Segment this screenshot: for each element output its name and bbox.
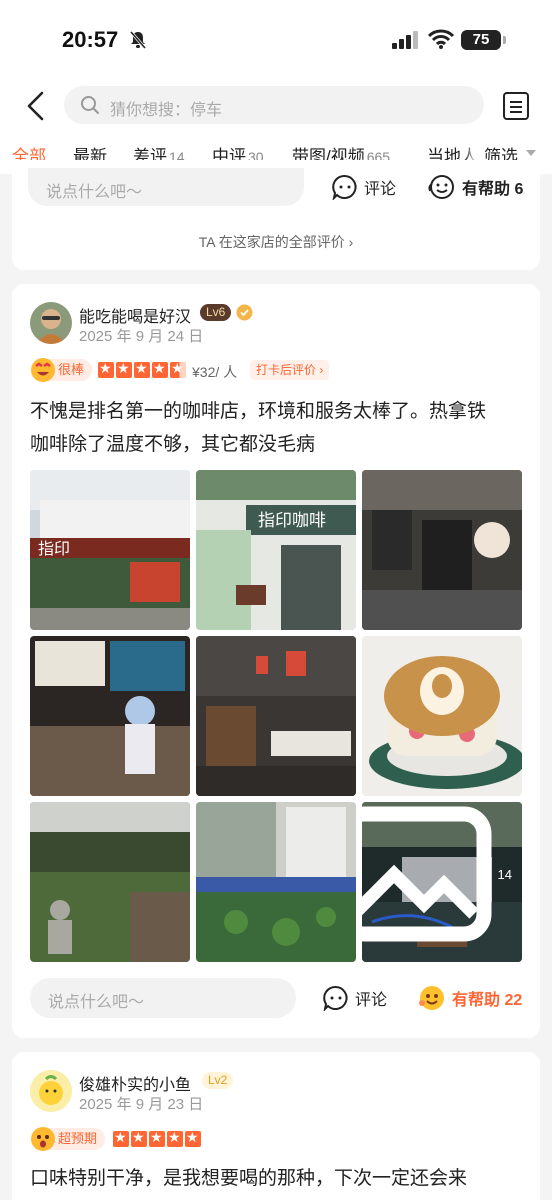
- review-text: 口味特别干净，是我想要喝的那种，下次一定还会来: [30, 1168, 468, 1189]
- review-card-previous: 说点什么吧～ 评论 有帮助 6 TA 在这家店的全部评价 ›: [12, 160, 540, 270]
- level-badge: Lv6: [200, 304, 232, 321]
- street-building-icon: 指印: [30, 470, 190, 630]
- coffee-shop-front-icon: 指印咖啡: [196, 470, 356, 630]
- half-star-icon: [170, 360, 186, 378]
- latte-art-icon: [362, 636, 522, 796]
- star-icon: [149, 1129, 165, 1147]
- star-icon: [152, 360, 168, 378]
- star-icon: [134, 360, 150, 378]
- review-photo[interactable]: [196, 802, 356, 962]
- surprised-face-icon: [31, 1127, 55, 1151]
- review-text: 不愧是排名第一的咖啡店，环境和服务太棒了。热拿铁 咖啡除了温度不够，其它都没毛病: [30, 401, 487, 455]
- back-arrow-icon[interactable]: [22, 90, 50, 122]
- dining-room-icon: [196, 636, 356, 796]
- search-input[interactable]: 猜你想搜：停车: [64, 86, 484, 124]
- mood-badge: 超预期: [31, 1127, 106, 1151]
- mute-bell-icon: [129, 31, 147, 49]
- search-header: 猜你想搜：停车: [0, 80, 552, 132]
- review-photo[interactable]: [362, 636, 522, 796]
- interior-decor-icon: [362, 470, 522, 630]
- username[interactable]: 能吃能喝是好汉: [79, 303, 191, 327]
- comment-bubble-icon: [323, 985, 348, 1011]
- helpful-face-icon: [428, 175, 454, 199]
- helpful-button[interactable]: 有帮助 6: [428, 174, 523, 200]
- star-icon: [167, 1129, 183, 1147]
- signal-icon: [392, 31, 418, 49]
- garden-statue-icon: [30, 802, 190, 962]
- status-bar: 20:57 75: [0, 0, 552, 80]
- review-card: 能吃能喝是好汉 Lv6 2025 年 9 月 24 日 很棒 ¥32/ 人 打卡…: [12, 284, 540, 1038]
- verified-badge-icon: [236, 304, 253, 321]
- chevron-right-icon: ›: [316, 363, 324, 377]
- review-photo[interactable]: [362, 470, 522, 630]
- star-rating: [98, 360, 186, 378]
- review-photo[interactable]: [30, 636, 190, 796]
- star-icon: [113, 1129, 129, 1147]
- photo-grid: 指印 指印咖啡 14: [30, 470, 522, 962]
- smile-face-icon: [31, 358, 55, 382]
- wifi-icon: [428, 29, 454, 49]
- search-placeholder: 猜你想搜：停车: [110, 102, 223, 119]
- avatar[interactable]: [30, 1070, 72, 1112]
- all-reviews-link[interactable]: TA 在这家店的全部评价 ›: [12, 232, 540, 252]
- review-photo[interactable]: 指印咖啡: [196, 470, 356, 630]
- helpful-face-icon: [419, 986, 444, 1010]
- status-time: 20:57: [62, 27, 119, 52]
- search-icon: [81, 96, 99, 114]
- chevron-right-icon: ›: [348, 234, 354, 250]
- comment-bubble-icon: [332, 174, 357, 200]
- review-photo[interactable]: 14: [362, 802, 522, 962]
- battery-indicator: 75: [461, 30, 506, 50]
- svg-text:指印: 指印: [38, 539, 70, 558]
- checkin-tag[interactable]: 打卡后评价 ›: [250, 360, 330, 380]
- comment-button[interactable]: 评论: [323, 985, 387, 1011]
- dropdown-triangle-icon: [526, 150, 536, 156]
- comment-input[interactable]: 说点什么吧～: [30, 978, 296, 1018]
- star-icon: [98, 360, 114, 378]
- comment-button[interactable]: 评论: [332, 174, 396, 200]
- star-icon: [131, 1129, 147, 1147]
- review-photo[interactable]: [30, 802, 190, 962]
- review-card: 俊雄朴实的小鱼 Lv2 2025 年 9 月 23 日 超预期 口味特别干净，是…: [12, 1052, 540, 1200]
- comment-input[interactable]: 说点什么吧～: [28, 168, 304, 206]
- image-stack-icon: [362, 806, 492, 942]
- star-icon: [116, 360, 132, 378]
- review-photo[interactable]: [196, 636, 356, 796]
- counter-figure-icon: [30, 636, 190, 796]
- avatar[interactable]: [30, 302, 72, 344]
- review-photo[interactable]: 指印: [30, 470, 190, 630]
- level-badge: Lv2: [202, 1072, 234, 1089]
- helpful-button[interactable]: 有帮助 22: [418, 984, 522, 1012]
- menu-list-icon[interactable]: [503, 92, 529, 120]
- price-per-person: ¥32/ 人: [192, 364, 238, 380]
- star-rating: [113, 1129, 201, 1147]
- username[interactable]: 俊雄朴实的小鱼: [79, 1071, 191, 1095]
- mood-badge: 很棒: [31, 358, 93, 382]
- review-date: 2025 年 9 月 23 日: [79, 1096, 204, 1113]
- photo-count: 14: [362, 802, 512, 954]
- svg-text:指印咖啡: 指印咖啡: [258, 511, 326, 531]
- review-date: 2025 年 9 月 24 日: [79, 328, 204, 345]
- star-icon: [185, 1129, 201, 1147]
- lotus-pond-icon: [196, 802, 356, 962]
